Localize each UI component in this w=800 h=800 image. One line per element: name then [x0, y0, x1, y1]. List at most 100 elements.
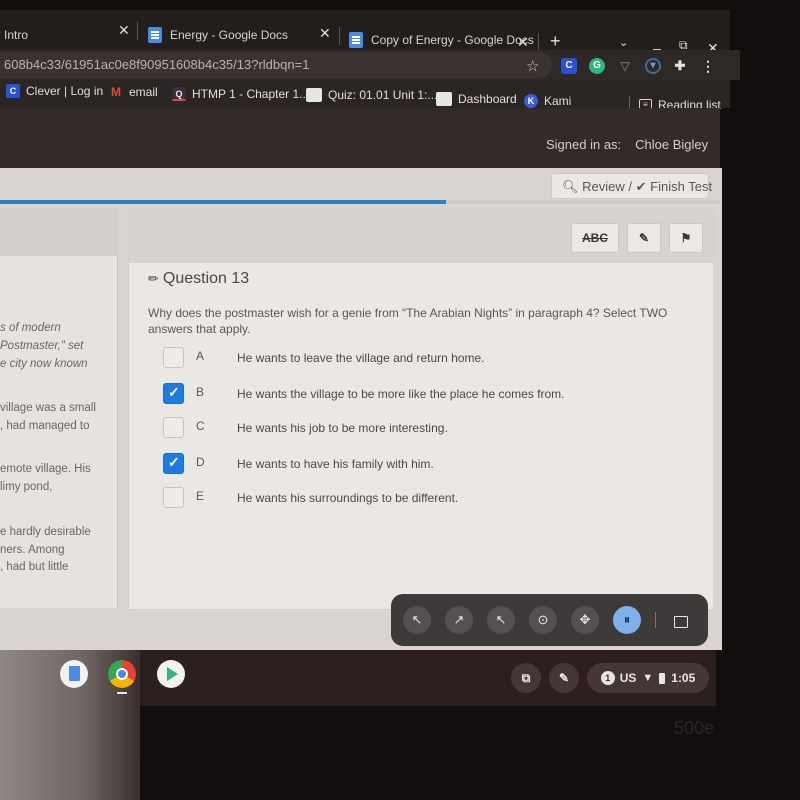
checkmark-icon: ✔ — [635, 179, 647, 194]
device-model-label: 500e — [674, 718, 715, 738]
bookmark-label: Dashboard — [458, 92, 517, 106]
clever-icon[interactable]: C — [561, 58, 577, 74]
bookmark-clever[interactable]: C Clever | Log in — [6, 84, 103, 98]
passage-header — [0, 208, 118, 256]
right-click-icon[interactable]: ↖ — [487, 606, 515, 634]
new-tab-button[interactable]: + — [550, 31, 561, 52]
double-click-icon[interactable]: ↗ — [445, 606, 473, 634]
stylus-pen-icon: ✎ — [558, 671, 570, 685]
keyboard-layout-label: US — [619, 671, 637, 685]
user-name: Chloe Bigley — [635, 137, 709, 152]
answer-checkbox[interactable] — [163, 487, 184, 508]
answer-checkbox[interactable] — [163, 453, 184, 474]
toolbar-separator — [655, 612, 656, 628]
tab-energy-docs[interactable]: Energy - Google Docs — [148, 20, 288, 50]
test-progress-fill — [0, 200, 447, 204]
choice-letter: C — [196, 419, 205, 433]
grammarly-icon[interactable]: G — [589, 58, 605, 74]
play-store-app-icon[interactable] — [157, 660, 185, 688]
bookmark-email[interactable]: M email — [109, 85, 158, 99]
question-title-text: Question 13 — [162, 270, 250, 287]
bookmark-label: Kami — [544, 94, 572, 108]
bookmark-label: Quiz: 01.01 Unit 1:... — [328, 88, 438, 102]
choice-text: He wants to leave the village and return… — [237, 351, 485, 365]
shield-icon[interactable]: ▾ — [645, 58, 661, 74]
finish-test-label: Finish Test — [650, 179, 713, 194]
chrome-app-icon[interactable] — [108, 660, 136, 688]
tab-close-icon[interactable]: ✕ — [517, 34, 529, 51]
passage-line: village was a small — [0, 402, 96, 414]
passage-line: emote village. His — [0, 463, 91, 475]
autoclick-floating-toolbar: ↖ ↗ ↖ ⊙ ✥ ⏸ — [391, 594, 708, 646]
tab-label: Copy of Energy - Google Docs — [371, 33, 534, 47]
clock-time: 1:05 — [671, 671, 696, 685]
pause-icon[interactable]: ⏸ — [613, 606, 641, 634]
bookmark-label: email — [129, 85, 158, 99]
extensions-puzzle-icon[interactable]: ✚ — [672, 58, 688, 74]
tab-intro[interactable]: Intro — [4, 20, 28, 50]
holding-space-icon: ⧉ — [521, 670, 531, 685]
choice-letter: E — [196, 489, 205, 503]
tab-separator — [538, 33, 539, 51]
kami-icon: K — [524, 94, 538, 108]
tab-search-chevron-icon[interactable]: ⌄ — [619, 36, 628, 49]
kebab-menu-icon[interactable]: ⋮ — [700, 58, 716, 74]
notification-count-badge: 1 — [600, 671, 615, 685]
answer-checkbox[interactable] — [163, 347, 184, 368]
bookmark-quiz[interactable]: Quiz: 01.01 Unit 1:... — [306, 88, 437, 102]
tab-separator — [137, 22, 138, 40]
review-finish-test-button[interactable]: 🔍︎ Review / ✔ Finish Test — [551, 173, 713, 199]
passage-line: e city now known — [0, 358, 88, 370]
passage-line: limy pond, — [0, 481, 53, 493]
clever-icon: C — [6, 84, 20, 98]
bookmark-kami[interactable]: K Kami — [524, 94, 571, 108]
move-icon[interactable]: ✥ — [571, 606, 599, 634]
holding-space-button[interactable]: ⧉ — [511, 663, 541, 693]
bookmark-dashboard[interactable]: Dashboard — [436, 92, 517, 106]
stylus-tools-button[interactable]: ✎ — [549, 663, 579, 693]
wifi-icon: ▼ — [642, 672, 654, 684]
tab-label: Energy - Google Docs — [170, 28, 289, 42]
vpn-icon[interactable]: ▽ — [617, 58, 633, 74]
answer-choice-a[interactable]: A He wants to leave the village and retur… — [163, 347, 683, 369]
flag-icon: ⚑ — [680, 231, 692, 245]
quizlet-icon: Q — [172, 87, 186, 101]
question-prompt: Why does the postmaster wish for a genie… — [148, 306, 668, 336]
edit-note-button[interactable]: ✎ — [627, 223, 661, 253]
status-tray[interactable]: 1 US ▼ 1:05 — [587, 663, 709, 693]
bookmark-star-icon[interactable]: ☆ — [526, 57, 539, 75]
passage-line: , had but little — [0, 561, 69, 573]
answer-choice-c[interactable]: C He wants his job to be more interesting… — [163, 417, 683, 439]
flag-button[interactable]: ⚑ — [669, 223, 703, 253]
choice-text: He wants his job to be more interesting. — [237, 421, 448, 435]
edit-note-icon: ✎ — [638, 231, 650, 245]
search-icon: 🔍︎ — [562, 179, 579, 194]
answer-choice-e[interactable]: E He wants his surroundings to be differe… — [163, 487, 683, 509]
running-indicator — [117, 692, 127, 694]
answer-choice-d[interactable]: D He wants to have his family with him. — [163, 453, 683, 475]
page-icon — [306, 88, 322, 102]
address-bar[interactable]: 608b4c33/61951ac0e8f90951608b4c35/13?rld… — [0, 52, 552, 78]
bookmark-htmp[interactable]: Q HTMP 1 - Chapter 1... — [172, 87, 309, 101]
screen: Intro ✕ Energy - Google Docs ✕ Copy of E… — [0, 0, 800, 800]
tab-separator — [339, 27, 340, 45]
signed-in-info: Signed in as: Chloe Bigley — [546, 137, 708, 152]
passage-line: e hardly desirable — [0, 526, 91, 538]
tab-close-icon[interactable]: ✕ — [118, 22, 130, 39]
answer-checkbox[interactable] — [163, 383, 184, 404]
bookmarks-bar: C Clever | Log in M email Q HTMP 1 - Cha… — [0, 80, 730, 112]
answer-choice-b[interactable]: B He wants the village to be more like th… — [163, 383, 683, 405]
google-docs-icon — [349, 32, 363, 48]
tab-close-icon[interactable]: ✕ — [319, 25, 331, 42]
left-click-icon[interactable]: ↖ — [403, 606, 431, 634]
choice-text: He wants his surroundings to be differen… — [237, 491, 459, 505]
gmail-icon: M — [111, 85, 121, 99]
passage-line: Postmaster," set — [0, 340, 84, 352]
answer-eliminator-button[interactable]: ABC — [571, 223, 619, 253]
signed-in-label: Signed in as: — [546, 137, 622, 152]
answer-checkbox[interactable] — [163, 417, 184, 438]
dock-window-icon[interactable] — [674, 616, 688, 628]
drag-icon[interactable]: ⊙ — [529, 606, 557, 634]
choice-letter: D — [196, 455, 205, 469]
google-docs-app-icon[interactable] — [60, 660, 88, 688]
